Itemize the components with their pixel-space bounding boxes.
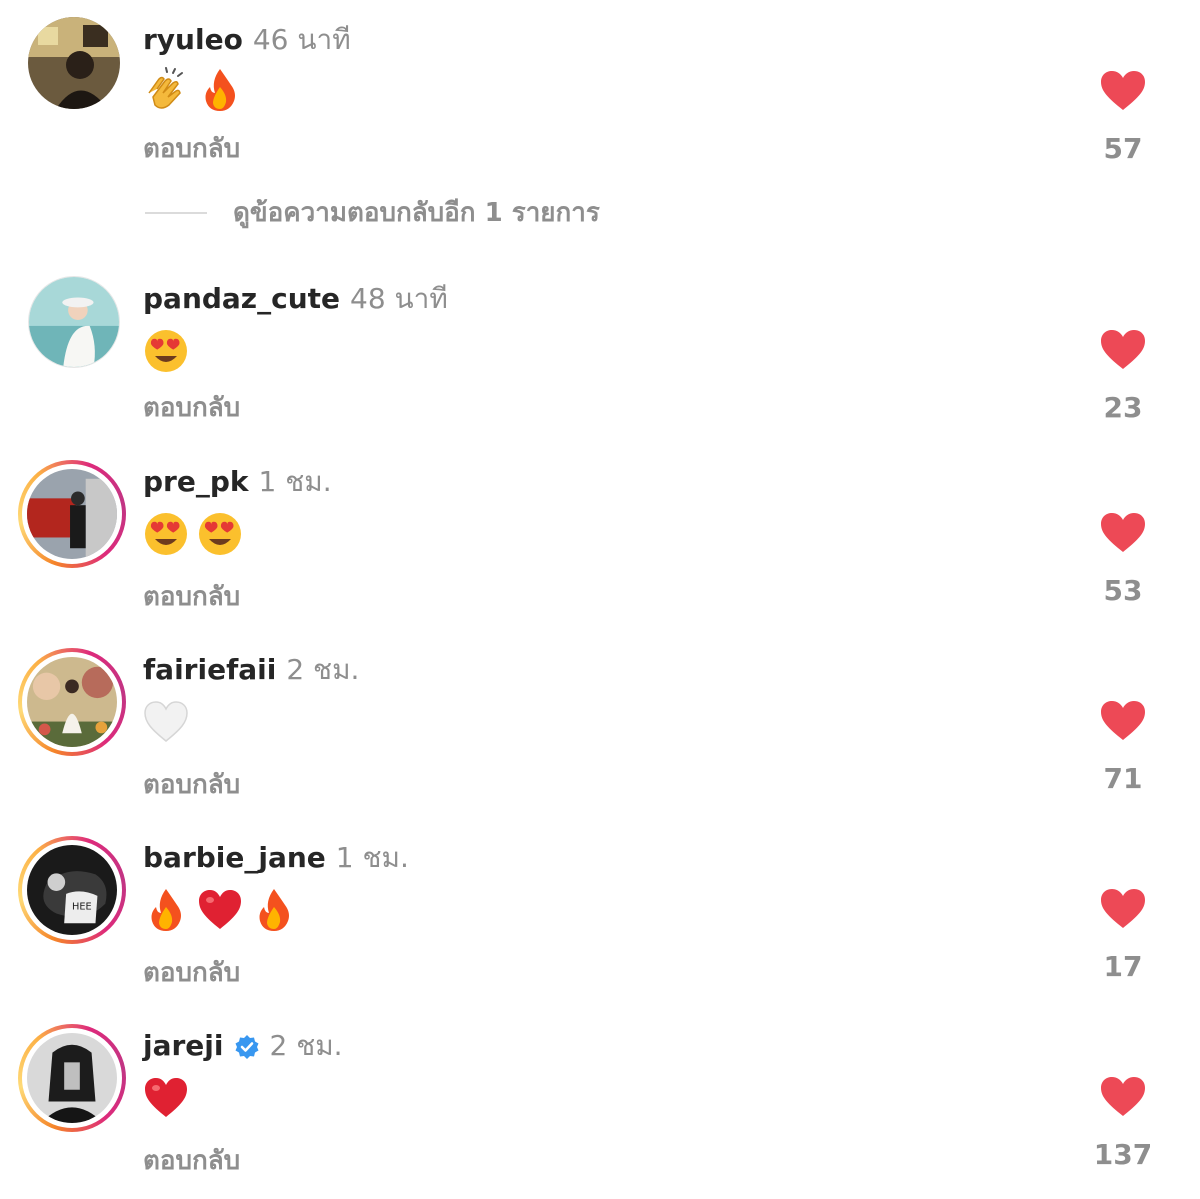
fire-icon	[143, 887, 189, 933]
comment-time: 2 ชม.	[286, 653, 360, 686]
reply-button[interactable]: ตอบกลับ	[143, 387, 240, 428]
username[interactable]: fairiefaii	[143, 652, 276, 688]
avatar[interactable]	[28, 17, 120, 109]
heart-icon[interactable]	[1100, 512, 1146, 554]
comment-emojis	[143, 886, 297, 934]
heart-eyes-icon	[143, 511, 189, 557]
heart-eyes-icon	[143, 328, 189, 374]
like-count: 57	[1103, 132, 1143, 165]
red-heart-icon	[143, 1075, 189, 1121]
reply-button[interactable]: ตอบกลับ	[143, 952, 240, 993]
comment-time: 2 ชม.	[269, 1029, 343, 1062]
heart-icon[interactable]	[1100, 700, 1146, 742]
comment-time: 1 ชม.	[258, 465, 332, 498]
comment-emojis	[143, 698, 189, 746]
comment-emojis	[143, 327, 189, 375]
avatar[interactable]	[18, 460, 126, 568]
comment-time: 46 นาที	[252, 23, 351, 56]
like-count: 71	[1103, 762, 1143, 795]
comment-emojis	[143, 510, 243, 558]
comment-emojis	[143, 66, 243, 114]
avatar[interactable]	[28, 276, 120, 368]
like-count: 23	[1103, 391, 1143, 424]
view-more-replies-label: ดูข้อความตอบกลับอีก 1 รายการ	[233, 198, 600, 228]
divider	[145, 211, 207, 214]
verified-badge-icon	[234, 1033, 260, 1059]
reply-button[interactable]: ตอบกลับ	[143, 128, 240, 169]
avatar[interactable]	[18, 1024, 126, 1132]
username[interactable]: ryuleo	[143, 22, 243, 58]
username[interactable]: pre_pk	[143, 464, 249, 500]
reply-button[interactable]: ตอบกลับ	[143, 1140, 240, 1181]
reply-button[interactable]: ตอบกลับ	[143, 576, 240, 617]
fire-icon	[251, 887, 297, 933]
heart-icon[interactable]	[1100, 70, 1146, 112]
heart-eyes-icon	[197, 511, 243, 557]
clapping-hands-icon	[143, 67, 189, 113]
username[interactable]: jareji	[143, 1028, 224, 1064]
fire-icon	[197, 67, 243, 113]
username[interactable]: pandaz_cute	[143, 281, 340, 317]
reply-button[interactable]: ตอบกลับ	[143, 764, 240, 805]
heart-icon[interactable]	[1100, 888, 1146, 930]
like-count: 137	[1093, 1138, 1153, 1171]
comment-time: 48 นาที	[350, 282, 448, 315]
like-count: 17	[1103, 950, 1143, 983]
comment-emojis	[143, 1074, 189, 1122]
svg-text:HEE: HEE	[72, 902, 92, 913]
username[interactable]: barbie_jane	[143, 840, 326, 876]
heart-icon[interactable]	[1100, 1076, 1146, 1118]
white-heart-icon	[143, 699, 189, 745]
comment-time: 1 ชม.	[335, 841, 409, 874]
heart-icon[interactable]	[1100, 329, 1146, 371]
like-count: 53	[1103, 574, 1143, 607]
view-more-replies-button[interactable]: ดูข้อความตอบกลับอีก 1 รายการ	[145, 192, 600, 233]
red-heart-icon	[197, 887, 243, 933]
avatar[interactable]: HEE	[18, 836, 126, 944]
avatar[interactable]	[18, 648, 126, 756]
